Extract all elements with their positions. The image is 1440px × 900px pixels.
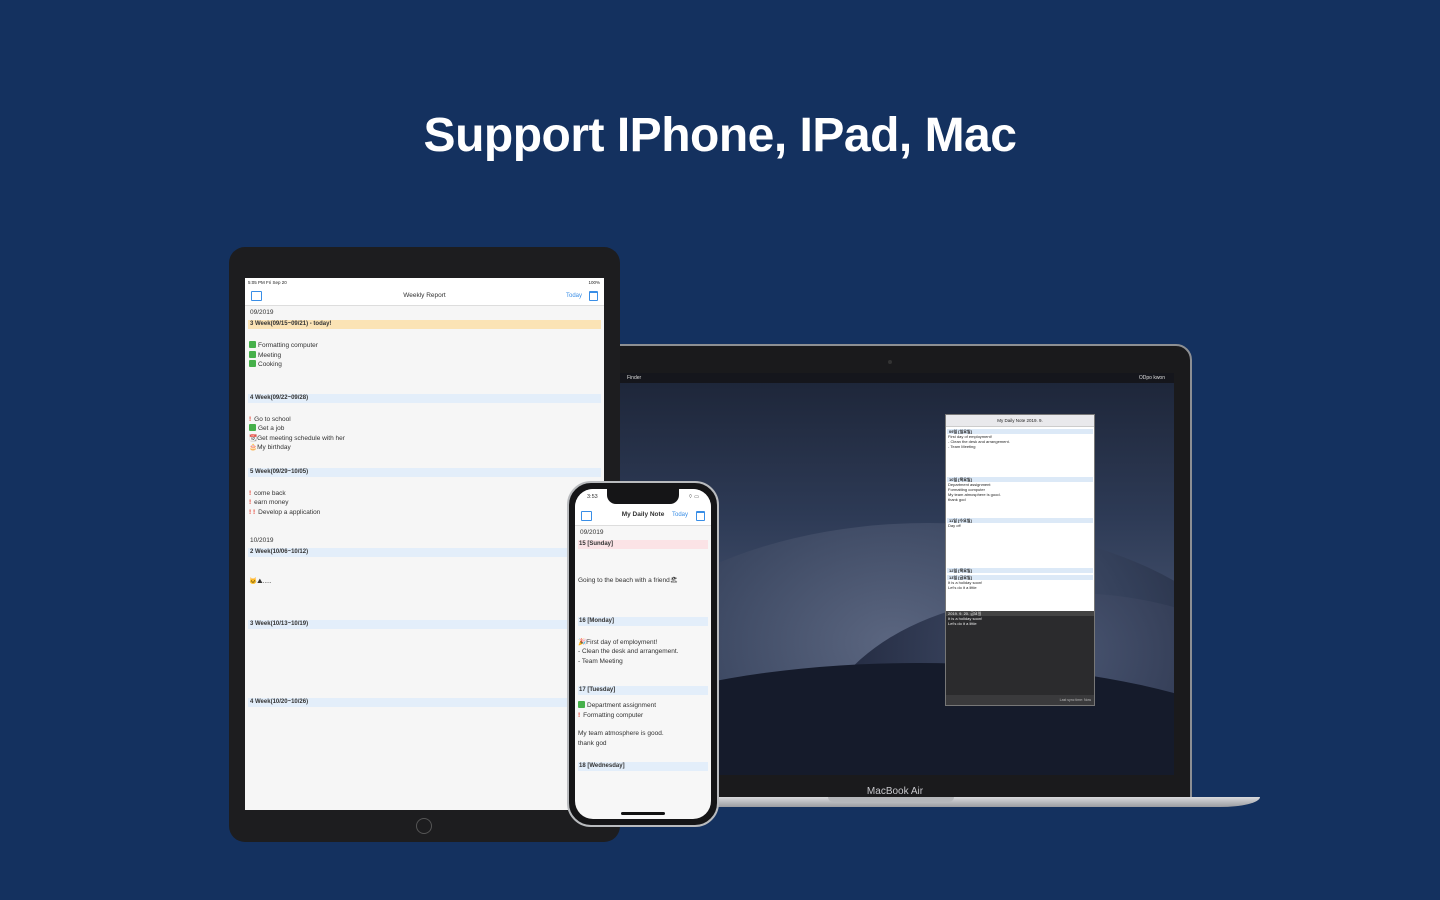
iphone-nav-title: My Daily Note: [621, 511, 665, 518]
mac-entry-line: Let's do it a little: [948, 585, 977, 590]
week-header[interactable]: 2 Week(10/06~10/12): [248, 548, 601, 557]
week-item[interactable]: ! Go to school: [245, 415, 604, 425]
month-label: 09/2019: [250, 309, 274, 316]
exclamation-icon: !: [249, 489, 252, 497]
iphone-status-time: 3:53: [587, 494, 598, 500]
calendar-emoji-icon: 📆: [249, 434, 258, 442]
day-item[interactable]: My team atmosphere is good.: [575, 729, 711, 739]
menubar-user[interactable]: ODpo kwon: [1139, 373, 1165, 383]
week-item[interactable]: ! ! Develop a application: [245, 508, 604, 518]
day-header[interactable]: 16 [Monday]: [578, 616, 708, 626]
ipad-screen: 5:05 PM Fri Sep 20 100% Weekly Report To…: [245, 278, 604, 810]
ipad-home-button[interactable]: [416, 818, 432, 834]
book-icon[interactable]: [251, 291, 262, 301]
macbook-notch: [828, 797, 954, 802]
checkmark-icon: [249, 341, 256, 348]
ipad-today-button[interactable]: Today: [566, 287, 582, 305]
ipad-nav-bar: Weekly Report Today: [245, 287, 604, 306]
checkmark-icon: [578, 701, 585, 708]
day-item[interactable]: ! Formatting computer: [575, 711, 711, 721]
exclamation-icon: ! !: [249, 508, 256, 516]
face-icon: 🐱⛰: [249, 578, 263, 585]
mac-menubar: Finder ODpo kwon: [618, 373, 1174, 383]
mac-entry-header[interactable]: 12일 [목요일]: [947, 568, 1093, 573]
ipad-status-time: 5:05 PM Fri Sep 20: [248, 280, 287, 285]
checkmark-icon: [249, 360, 256, 367]
cake-icon: 🎂: [249, 444, 258, 451]
iphone-screen: 3:53 ⌔ ▭ My Daily Note Today 09/2019 15 …: [575, 489, 711, 819]
week-item[interactable]: 📆Get meeting schedule with her: [245, 434, 604, 444]
week-item[interactable]: Meeting: [245, 350, 604, 361]
day-item[interactable]: - Clean the desk and arrangement.: [575, 647, 711, 657]
checkmark-icon: [249, 350, 256, 358]
week-item[interactable]: ! come back: [245, 489, 604, 499]
day-item[interactable]: Going to the beach with a friend🏖: [575, 576, 711, 586]
wifi-battery-icon: ⌔ ▭: [688, 494, 699, 500]
camera-icon: [888, 360, 892, 364]
mac-app-subtitle: 2019. 9.: [1026, 418, 1043, 423]
week-header[interactable]: 4 Week(09/22~09/28): [248, 393, 601, 403]
party-icon: 🎉: [578, 638, 587, 646]
day-header[interactable]: 17 [Tuesday]: [578, 686, 708, 695]
headline: Support IPhone, IPad, Mac: [423, 109, 1017, 162]
ipad-nav-title: Weekly Report: [403, 292, 446, 299]
week-item[interactable]: 🐱⛰.....: [245, 577, 604, 587]
ipad-battery: 100%: [588, 280, 600, 285]
exclamation-icon: !: [249, 499, 252, 506]
exclamation-icon: !: [249, 415, 252, 423]
month-label: 09/2019: [580, 529, 604, 536]
mac-app-title: My Daily Note: [997, 418, 1026, 423]
day-item[interactable]: thank god: [575, 739, 711, 749]
day-item[interactable]: 🎉First day of employment!: [575, 638, 711, 648]
beach-icon: 🏖: [669, 577, 679, 584]
iphone-nav-bar: My Daily Note Today: [575, 505, 711, 526]
mac-app-titlebar[interactable]: My Daily Note 2019. 9.: [946, 415, 1094, 427]
iphone-notch: [607, 489, 679, 504]
mac-app-window[interactable]: My Daily Note 2019. 9. 09일 [일요일] First d…: [945, 414, 1095, 706]
calendar-icon[interactable]: [589, 291, 598, 301]
menubar-app-name[interactable]: Finder: [627, 375, 641, 381]
week-header[interactable]: 3 Week(10/13~10/19): [248, 619, 601, 629]
iphone-home-indicator[interactable]: [621, 812, 665, 815]
week-header[interactable]: 4 Week(10/20~10/26): [248, 697, 601, 707]
month-label: 10/2019: [250, 537, 274, 544]
day-item[interactable]: Department assignment: [575, 701, 711, 711]
week-header[interactable]: 3 Week(09/15~09/21) - today!: [248, 320, 601, 329]
day-header[interactable]: 18 [Wednesday]: [578, 762, 708, 771]
mac-edit-line: Let's do it a little: [948, 621, 977, 626]
ipad-status-bar: 5:05 PM Fri Sep 20 100%: [245, 278, 604, 287]
week-item[interactable]: Cooking: [245, 360, 604, 370]
mac-edit-panel[interactable]: 2019. 9. 20. 금요일 It is a holiday soon! L…: [946, 611, 1094, 695]
exclamation-icon: !: [578, 711, 581, 719]
mac-app-footer: Last sync time: Now: [946, 695, 1094, 705]
week-header[interactable]: 5 Week(09/29~10/05): [248, 467, 601, 477]
calendar-icon[interactable]: [696, 511, 705, 521]
week-item[interactable]: Formatting computer: [245, 341, 604, 351]
iphone-device: 3:53 ⌔ ▭ My Daily Note Today 09/2019 15 …: [567, 481, 719, 827]
week-item[interactable]: Get a job: [245, 424, 604, 434]
week-item[interactable]: ! earn money: [245, 498, 604, 508]
book-icon[interactable]: [581, 511, 592, 521]
day-header[interactable]: 15 [Sunday]: [578, 540, 708, 549]
week-item[interactable]: 🎂My birthday: [245, 443, 604, 453]
iphone-today-button[interactable]: Today: [672, 505, 688, 525]
ipad-device: 5:05 PM Fri Sep 20 100% Weekly Report To…: [229, 247, 620, 842]
day-item[interactable]: - Team Meeting: [575, 657, 711, 667]
checkmark-icon: [249, 424, 256, 431]
